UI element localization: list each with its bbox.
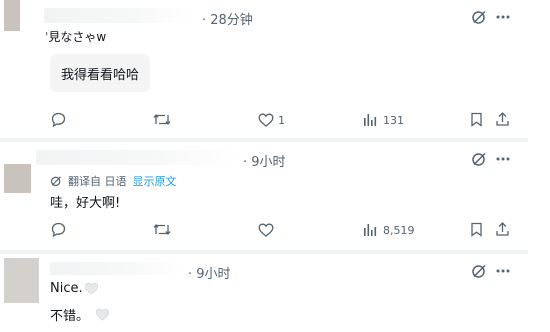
- heart-icon[interactable]: [258, 113, 274, 127]
- user-name-blurred[interactable]: [36, 150, 240, 165]
- view-count[interactable]: 8,519: [383, 224, 415, 237]
- views-icon[interactable]: [363, 223, 377, 237]
- share-icon[interactable]: [495, 221, 510, 237]
- tweet-text-buchuo: 不错。: [50, 309, 90, 324]
- like-count[interactable]: 1: [278, 114, 285, 127]
- reply-icon[interactable]: [51, 222, 66, 237]
- tweet-2[interactable]: · 9小时 翻译自 日语 显示原文 哇，好大啊! 8,519: [0, 142, 528, 250]
- retweet-icon[interactable]: [153, 222, 171, 237]
- tweet-time[interactable]: · 9小时: [188, 263, 231, 282]
- reply-to-text: 見なさゃw: [48, 30, 107, 44]
- translate-icon: [50, 175, 62, 187]
- reply-context: '見なさゃw: [45, 28, 106, 45]
- tweet-time[interactable]: · 28分钟: [202, 9, 253, 28]
- tweet-1[interactable]: · 28分钟 '見なさゃw 我得看看哈哈 1 131: [0, 0, 528, 140]
- scrollbar-track[interactable]: [528, 0, 550, 332]
- view-count[interactable]: 131: [383, 114, 404, 127]
- user-name-blurred[interactable]: [50, 262, 184, 275]
- translate-label: 翻译自 日语: [68, 175, 127, 188]
- views-icon[interactable]: [363, 113, 377, 127]
- more-icon[interactable]: [495, 266, 511, 276]
- reply-timeline: · 28分钟 '見なさゃw 我得看看哈哈 1 131 · 9小时 翻译自 日语 …: [0, 0, 550, 332]
- avatar[interactable]: [4, 0, 20, 31]
- tweet-text-card: 我得看看哈哈: [50, 54, 150, 92]
- grok-icon[interactable]: [471, 9, 487, 25]
- avatar[interactable]: [4, 164, 31, 193]
- white-heart-emoji-icon: [95, 308, 110, 321]
- share-icon[interactable]: [495, 111, 510, 127]
- bookmark-icon[interactable]: [470, 112, 483, 127]
- white-heart-emoji-icon: [84, 282, 99, 295]
- tweet-3[interactable]: · 9小时 Nice. 不错。: [0, 254, 528, 332]
- tweet-text: 哇，好大啊!: [50, 196, 121, 211]
- avatar[interactable]: [4, 258, 39, 303]
- grok-icon[interactable]: [471, 151, 487, 167]
- retweet-icon[interactable]: [153, 112, 171, 127]
- grok-icon[interactable]: [471, 263, 487, 279]
- reply-icon[interactable]: [51, 112, 66, 127]
- tweet-text-nice: Nice.: [50, 281, 83, 296]
- tweet-text: 我得看看哈哈: [60, 67, 139, 83]
- heart-icon[interactable]: [258, 223, 274, 237]
- show-original-link[interactable]: 显示原文: [133, 173, 177, 189]
- tweet-time[interactable]: · 9小时: [243, 151, 286, 170]
- bookmark-icon[interactable]: [470, 222, 483, 237]
- tweet-text-line: Nice.: [50, 281, 99, 296]
- user-name-blurred[interactable]: [44, 8, 194, 23]
- translation-bar: 翻译自 日语 显示原文: [50, 174, 177, 188]
- more-icon[interactable]: [495, 12, 511, 22]
- tweet-text-line: 不错。: [50, 305, 110, 324]
- more-icon[interactable]: [495, 154, 511, 164]
